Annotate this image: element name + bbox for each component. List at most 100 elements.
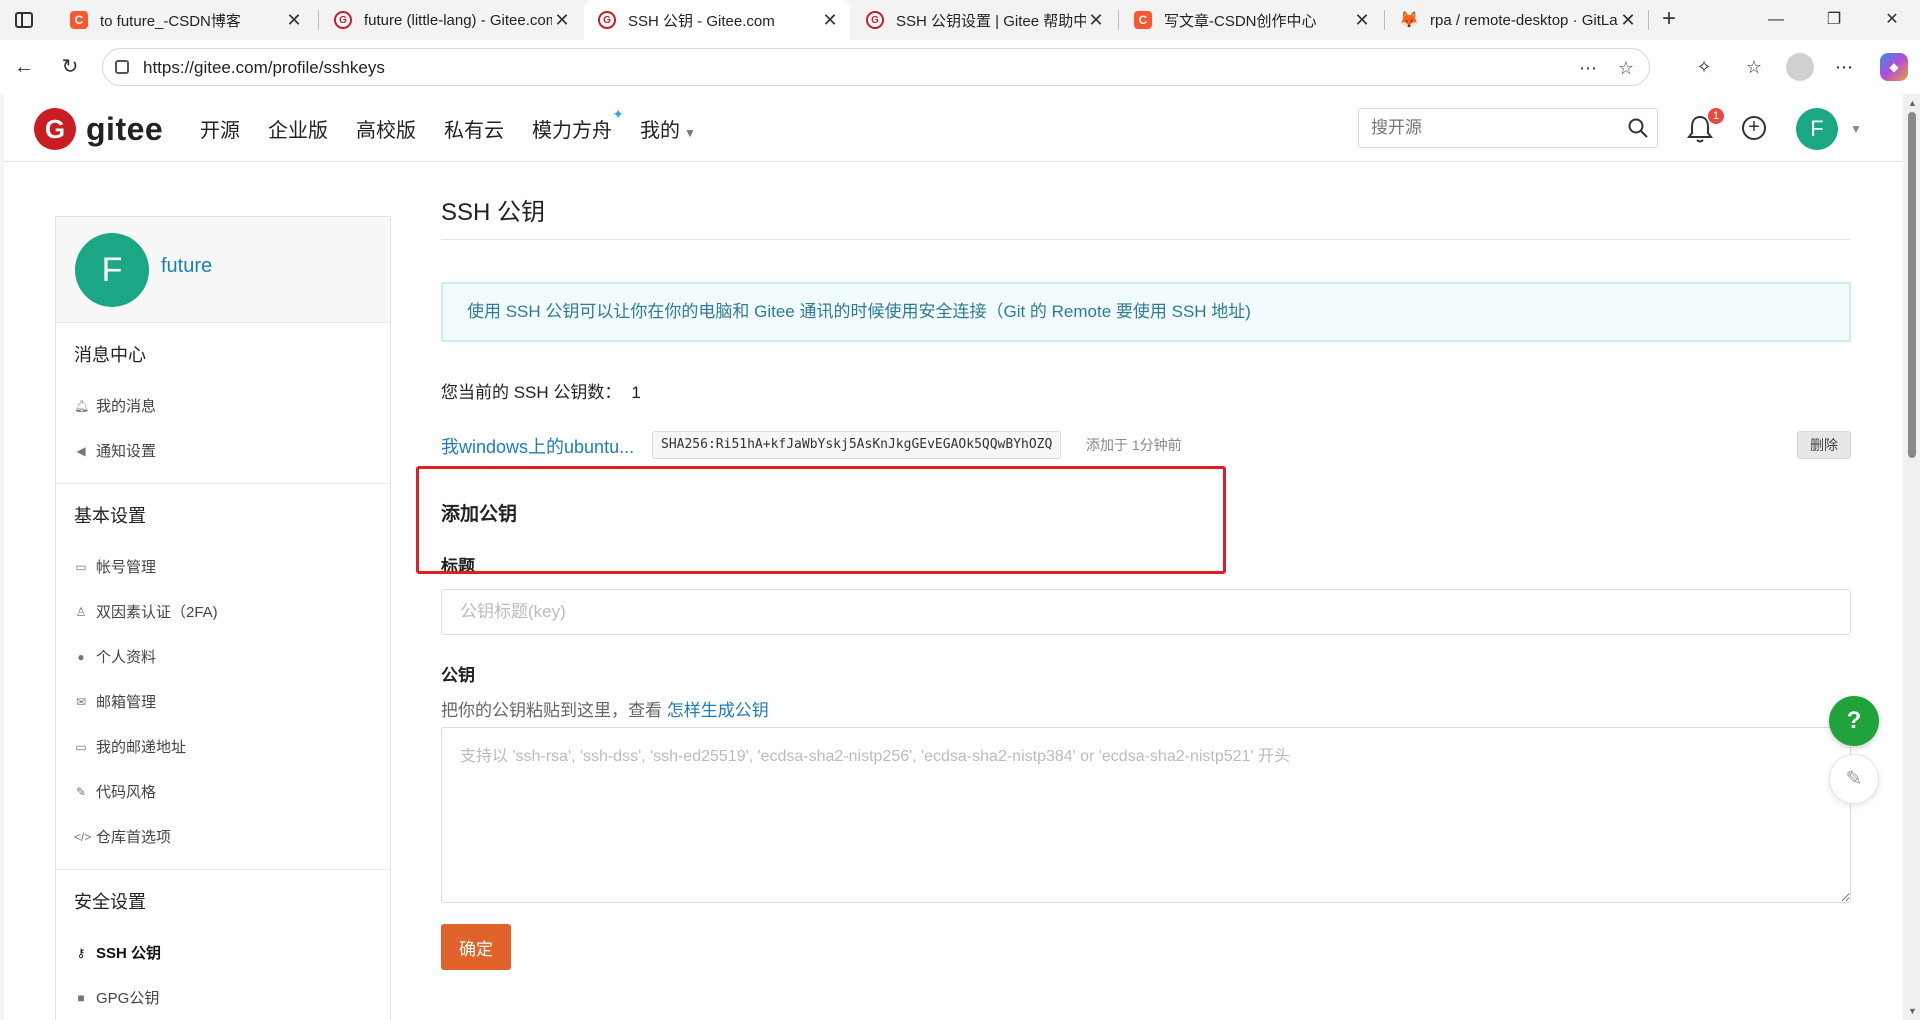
copilot-icon[interactable]: ◆ <box>1880 53 1908 81</box>
how-to-generate-key-link[interactable]: 怎样生成公钥 <box>667 701 769 720</box>
user-icon: ● <box>77 649 85 664</box>
group-basic-settings: 基本设置 ▭ 帐号管理 ♙ 双因素认证（2FA) ● 个人资料 ✉ 邮箱管理 ▭… <box>56 484 390 870</box>
settings-menu-icon[interactable]: ⋯ <box>1830 53 1858 81</box>
csdn-icon: C <box>1134 11 1152 29</box>
nav-mine[interactable]: 我的 ▼ <box>640 114 696 143</box>
sidebar-item-address[interactable]: ▭ 我的邮递地址 <box>56 724 390 769</box>
nav-open-source[interactable]: 开源 <box>200 114 240 143</box>
sidebar-item-repo-preferences[interactable]: </> 仓库首选项 <box>56 814 390 859</box>
sidebar-item-label: 仓库首选项 <box>96 829 172 846</box>
reload-icon[interactable]: ↻ <box>54 51 86 83</box>
browser-tab-4[interactable]: G SSH 公钥设置 | Gitee 帮助中心 ✕ <box>852 0 1116 40</box>
user-avatar[interactable]: F <box>1796 108 1838 150</box>
new-tab-icon[interactable]: + <box>1654 4 1684 34</box>
browser-tab-2[interactable]: G future (little-lang) - Gitee.com ✕ <box>320 0 582 40</box>
envelope-icon: ✉ <box>75 694 87 709</box>
group-messages: 消息中心 🔔︎ 我的消息 ◀︎ 通知设置 <box>56 323 390 484</box>
key-title-label: 标题 <box>441 557 475 576</box>
favorites-icon[interactable]: ☆ <box>1740 53 1768 81</box>
sidebar-item-emails[interactable]: ✉ 邮箱管理 <box>56 679 390 724</box>
notification-count-badge: 1 <box>1708 108 1724 124</box>
browser-tab-6[interactable]: 🦊 rpa / remote-desktop · GitLab ✕ <box>1386 0 1648 40</box>
nav-mine-label: 我的 <box>640 120 680 142</box>
nav-enterprise[interactable]: 企业版 <box>268 114 328 143</box>
sidebar-item-notification-settings[interactable]: ◀︎ 通知设置 <box>56 428 390 473</box>
sidebar-item-my-messages[interactable]: 🔔︎ 我的消息 <box>56 383 390 428</box>
gitlab-icon: 🦊 <box>1399 12 1419 29</box>
tab-title: future (little-lang) - Gitee.com <box>364 11 552 29</box>
gitee-icon: G <box>334 11 352 29</box>
nav-ai-hub-label: 模力方舟 <box>532 120 612 142</box>
url-text[interactable]: https://gitee.com/profile/sshkeys <box>143 58 385 78</box>
search-input[interactable] <box>1359 109 1619 147</box>
main-content: SSH 公钥 使用 SSH 公钥可以让你在你的电脑和 Gitee 通讯的时候使用… <box>441 192 1851 970</box>
create-plus-icon[interactable]: + <box>1742 116 1766 140</box>
close-window-icon[interactable]: ✕ <box>1862 0 1920 40</box>
back-icon[interactable]: ← <box>8 51 40 83</box>
tab-divider <box>1118 10 1119 30</box>
tab-title: 写文章-CSDN创作中心 <box>1164 12 1317 30</box>
browser-tab-1[interactable]: C to future_-CSDN博客 ✕ <box>56 0 314 40</box>
group-title: 消息中心 <box>74 345 146 365</box>
close-tab-icon[interactable]: ✕ <box>552 10 572 31</box>
sidebar-item-code-style[interactable]: ✎ 代码风格 <box>56 769 390 814</box>
search-icon[interactable] <box>1627 117 1649 139</box>
more-actions-icon[interactable]: ⋯ <box>1575 55 1601 81</box>
close-tab-icon[interactable]: ✕ <box>1086 10 1106 31</box>
sidebar-item-gpg-keys[interactable]: ■ GPG公钥 <box>56 975 390 1020</box>
favorite-star-icon[interactable]: ☆ <box>1613 55 1639 81</box>
ssh-key-fingerprint: SHA256:Ri51hA+kfJaWbYskj5AsKnJkgGEvEGAOk… <box>652 431 1062 459</box>
scroll-down-icon[interactable]: ▼ <box>1908 1006 1917 1016</box>
sidebar-item-label: 邮箱管理 <box>96 694 157 711</box>
ssh-info-banner: 使用 SSH 公钥可以让你在你的电脑和 Gitee 通讯的时候使用安全连接（Gi… <box>441 282 1851 342</box>
close-tab-icon[interactable]: ✕ <box>1352 10 1372 31</box>
extensions-icon[interactable]: ✧ <box>1690 53 1718 81</box>
sidebar-item-label: 我的消息 <box>96 398 157 415</box>
user-shield-icon: ♙ <box>75 604 87 619</box>
close-tab-icon[interactable]: ✕ <box>284 10 304 31</box>
gitee-logo[interactable]: G gitee <box>34 108 163 150</box>
restore-icon[interactable]: ❐ <box>1804 0 1864 40</box>
nav-ai-hub[interactable]: 模力方舟 ✦ <box>532 106 624 143</box>
key-icon: ⚷ <box>76 945 86 960</box>
nav-education[interactable]: 高校版 <box>356 114 416 143</box>
page-title: SSH 公钥 <box>441 192 1851 240</box>
sidebar-item-label: SSH 公钥 <box>96 945 162 962</box>
sidebar-item-account[interactable]: ▭ 帐号管理 <box>56 544 390 589</box>
page-scrollbar[interactable]: ▲ ▼ <box>1904 94 1920 1020</box>
sidebar-item-ssh-keys[interactable]: ⚷ SSH 公钥 <box>56 930 390 975</box>
close-tab-icon[interactable]: ✕ <box>820 10 840 31</box>
site-info-icon[interactable] <box>115 60 129 74</box>
close-tab-icon[interactable]: ✕ <box>1618 10 1638 31</box>
key-title-input[interactable] <box>441 589 1851 635</box>
brush-icon: ✎ <box>75 784 87 799</box>
scrollbar-thumb[interactable] <box>1908 112 1916 458</box>
ssh-key-title-link[interactable]: 我windows上的ubuntu... <box>441 433 634 459</box>
browser-tab-3-active[interactable]: G SSH 公钥 - Gitee.com ✕ <box>584 0 850 40</box>
minimize-icon[interactable]: — <box>1746 0 1806 40</box>
avatar[interactable]: F <box>75 233 149 307</box>
username-link[interactable]: future <box>161 255 212 278</box>
scroll-up-icon[interactable]: ▲ <box>1908 98 1917 108</box>
sidebar-item-profile[interactable]: ● 个人资料 <box>56 634 390 679</box>
help-button[interactable]: ? <box>1829 696 1879 746</box>
feedback-edit-icon[interactable]: ✎ <box>1829 754 1879 804</box>
key-count-value: 1 <box>631 383 641 402</box>
gitee-icon: G <box>598 11 616 29</box>
tab-divider <box>1384 10 1385 30</box>
sidebar-item-2fa[interactable]: ♙ 双因素认证（2FA) <box>56 589 390 634</box>
delete-key-button[interactable]: 删除 <box>1797 431 1851 459</box>
url-field[interactable]: https://gitee.com/profile/sshkeys ⋯ ☆ <box>102 48 1650 86</box>
public-key-textarea[interactable] <box>441 727 1851 903</box>
sparkle-icon: ✦ <box>612 106 624 122</box>
gitee-icon: G <box>866 11 884 29</box>
nav-private-cloud[interactable]: 私有云 <box>444 114 504 143</box>
sidebar-toggle-icon[interactable] <box>12 9 36 31</box>
csdn-icon: C <box>70 11 88 29</box>
profile-icon[interactable] <box>1786 53 1814 81</box>
caret-down-icon[interactable]: ▼ <box>1850 122 1862 136</box>
browser-tab-5[interactable]: C 写文章-CSDN创作中心 ✕ <box>1120 0 1382 40</box>
id-card-icon: ▭ <box>75 559 87 574</box>
submit-button[interactable]: 确定 <box>441 924 511 970</box>
site-header: G gitee 开源 企业版 高校版 私有云 模力方舟 ✦ 我的 ▼ 搜开源 1… <box>4 94 1902 162</box>
